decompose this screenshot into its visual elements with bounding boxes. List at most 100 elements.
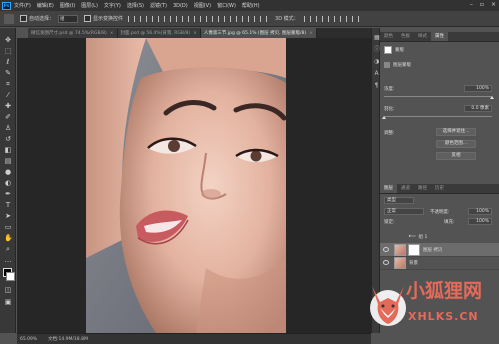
minimize-button[interactable]: –: [470, 1, 473, 8]
path-select-icon[interactable]: ➤: [4, 212, 12, 220]
adjustments-panel-icon[interactable]: ◑: [374, 59, 379, 65]
tab-document-3[interactable]: 人像第三节.jpg @ 65.1% (图层 拷贝, 图层蒙版/8) ×: [200, 28, 317, 38]
tab-styles[interactable]: 样式: [414, 32, 431, 41]
pixel-mask-icon[interactable]: [384, 62, 390, 68]
menu-filter[interactable]: 滤镜(T): [150, 2, 167, 9]
align-bottom-icon[interactable]: [152, 15, 160, 22]
clone-stamp-icon[interactable]: ♙: [4, 124, 12, 132]
menu-type[interactable]: 文字(Y): [104, 2, 121, 9]
menu-image[interactable]: 图像(I): [60, 2, 75, 9]
distribute-bottom-icon[interactable]: [224, 15, 232, 22]
gradient-tool-icon[interactable]: ▤: [4, 157, 12, 165]
quick-select-tool-icon[interactable]: ✎: [4, 69, 12, 77]
more-tools-icon[interactable]: …: [4, 256, 12, 264]
tab-layers[interactable]: 图层: [380, 184, 397, 193]
history-panel-icon[interactable]: ▦: [374, 35, 380, 41]
history-brush-icon[interactable]: ↺: [4, 135, 12, 143]
blur-tool-icon[interactable]: ●: [4, 168, 12, 176]
move-tool-icon[interactable]: [4, 13, 14, 24]
rectangle-tool-icon[interactable]: ▭: [4, 223, 12, 231]
visibility-eye-icon[interactable]: [383, 247, 389, 252]
mask-type-label: 图层蒙版: [393, 63, 411, 68]
lasso-tool-icon[interactable]: ℓ: [4, 58, 12, 66]
density-field[interactable]: 100%: [464, 85, 492, 92]
quick-mask-icon[interactable]: ◫: [4, 286, 12, 294]
tab-color[interactable]: 颜色: [380, 32, 397, 41]
align-top-icon[interactable]: [128, 15, 136, 22]
screen-mode-icon[interactable]: ▣: [4, 298, 12, 306]
distribute-vcenter-icon[interactable]: [212, 15, 220, 22]
slide-3d-icon[interactable]: [339, 15, 347, 22]
zoom-tool-icon[interactable]: ⌕: [4, 245, 12, 253]
density-slider-knob[interactable]: [490, 96, 494, 99]
close-tab-icon[interactable]: ×: [309, 31, 313, 36]
close-tab-icon[interactable]: ×: [110, 31, 114, 36]
tab-channels[interactable]: 通道: [397, 184, 414, 193]
feather-slider-track[interactable]: [384, 116, 492, 117]
menu-edit[interactable]: 编辑(E): [37, 2, 54, 9]
show-transform-checkbox[interactable]: [84, 15, 92, 22]
brush-tool-icon[interactable]: ✐: [4, 113, 12, 121]
layer-filter-dropdown[interactable]: 类型: [384, 197, 414, 204]
tab-document-2[interactable]: 封面.psd @ 56.4%(背景, RGB/8) ×: [117, 28, 201, 38]
invert-button[interactable]: 反相: [436, 152, 476, 160]
type-tool-icon[interactable]: T: [4, 201, 12, 209]
eraser-tool-icon[interactable]: ◧: [4, 146, 12, 154]
crop-tool-icon[interactable]: ⌗: [4, 80, 12, 88]
tab-paths[interactable]: 路径: [414, 184, 431, 193]
zoom-level[interactable]: 65.09%: [20, 337, 42, 342]
move-tool-icon[interactable]: ✥: [4, 36, 12, 44]
close-window-button[interactable]: ×: [491, 1, 496, 8]
opacity-field[interactable]: 100%: [468, 208, 492, 215]
align-hcenter-icon[interactable]: [176, 15, 184, 22]
distribute-right-icon[interactable]: [260, 15, 268, 22]
layer-mask-thumbnail[interactable]: [408, 243, 420, 256]
select-and-mask-button[interactable]: 选择并遮住...: [436, 128, 476, 136]
distribute-hcenter-icon[interactable]: [248, 15, 256, 22]
pan-3d-icon[interactable]: [327, 15, 335, 22]
align-vcenter-icon[interactable]: [140, 15, 148, 22]
layer-row-group[interactable]: ▸▭ 组 1: [380, 230, 499, 244]
orbit-3d-icon[interactable]: [303, 15, 311, 22]
hand-tool-icon[interactable]: ✋: [4, 234, 13, 242]
maximize-button[interactable]: ▫: [480, 1, 484, 8]
menu-3d[interactable]: 3D(D): [173, 3, 188, 9]
menu-view[interactable]: 视图(V): [194, 2, 211, 9]
character-panel-icon[interactable]: A: [374, 71, 379, 77]
scale-3d-icon[interactable]: [351, 15, 359, 22]
paragraph-panel-icon[interactable]: ¶: [374, 83, 379, 89]
layer-row-masked[interactable]: 图层 拷贝: [380, 243, 499, 257]
auto-select-checkbox[interactable]: [20, 15, 27, 22]
marquee-tool-icon[interactable]: ⬚: [4, 47, 12, 55]
roll-3d-icon[interactable]: [315, 15, 323, 22]
visibility-eye-icon[interactable]: [383, 260, 389, 265]
color-range-button[interactable]: 颜色范围...: [436, 140, 476, 148]
fill-field[interactable]: 100%: [468, 218, 492, 225]
background-color-swatch[interactable]: [6, 272, 15, 281]
healing-brush-icon[interactable]: ✚: [4, 102, 12, 110]
align-left-icon[interactable]: [164, 15, 172, 22]
close-tab-icon[interactable]: ×: [193, 31, 197, 36]
menu-file[interactable]: 文件(F): [14, 2, 31, 9]
menu-window[interactable]: 窗口(W): [217, 2, 236, 9]
align-right-icon[interactable]: [188, 15, 196, 22]
density-slider-track[interactable]: [384, 96, 492, 97]
menu-layer[interactable]: 图层(L): [81, 2, 98, 9]
distribute-top-icon[interactable]: [200, 15, 208, 22]
blend-mode-dropdown[interactable]: 正常: [384, 208, 424, 215]
auto-select-dropdown[interactable]: 组: [58, 14, 79, 23]
info-panel-icon[interactable]: ⓘ: [374, 47, 380, 53]
distribute-left-icon[interactable]: [236, 15, 244, 22]
eyedropper-tool-icon[interactable]: ⁄: [4, 91, 12, 99]
tab-history[interactable]: 历史: [431, 184, 448, 193]
feather-field[interactable]: 0.0 像素: [464, 105, 492, 112]
tab-document-1[interactable]: 微信发图尺寸.psd @ 74.5%(RGB/8) ×: [28, 28, 118, 38]
pen-tool-icon[interactable]: ✒: [4, 190, 12, 198]
menu-select[interactable]: 选择(S): [127, 2, 144, 9]
dodge-tool-icon[interactable]: ◐: [4, 179, 12, 187]
document-image[interactable]: [86, 38, 286, 333]
tab-properties[interactable]: 属性: [431, 32, 448, 41]
tab-swatches[interactable]: 色板: [397, 32, 414, 41]
feather-slider-knob[interactable]: [382, 116, 386, 119]
menu-help[interactable]: 帮助(H): [242, 2, 260, 9]
